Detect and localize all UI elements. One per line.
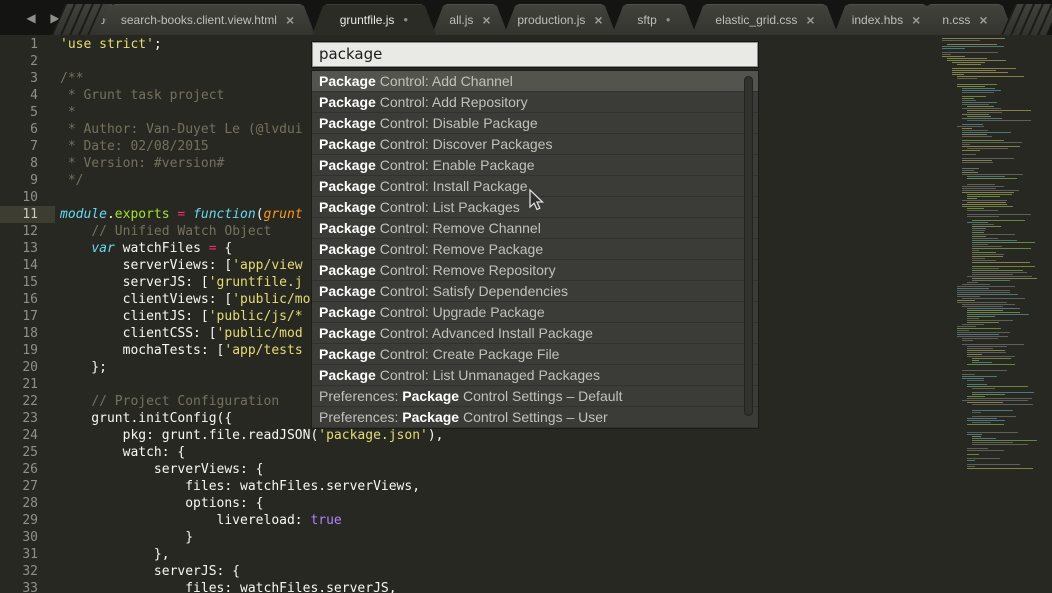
palette-item[interactable]: Package Control: Remove Repository [312, 260, 758, 281]
line-number: 17 [0, 308, 55, 325]
line-number: 3 [0, 70, 55, 87]
line-number: 25 [0, 444, 55, 461]
line-number: 19 [0, 342, 55, 359]
code-line[interactable]: 24 pkg: grunt.file.readJSON('package.jso… [0, 427, 940, 444]
palette-item[interactable]: Package Control: Upgrade Package [312, 302, 758, 323]
tab-close-icon[interactable]: × [594, 13, 602, 27]
tab-stack-left[interactable] [58, 4, 104, 35]
palette-item[interactable]: Package Control: Add Channel [312, 71, 758, 92]
line-number: 5 [0, 104, 55, 121]
tab-modified-dot-icon: ● [403, 16, 408, 24]
tab-close-icon[interactable]: × [979, 13, 987, 27]
line-number: 31 [0, 546, 55, 563]
line-number: 10 [0, 189, 55, 206]
palette-item[interactable]: Package Control: Disable Package [312, 113, 758, 134]
code-line[interactable]: 32 serverJS: { [0, 563, 940, 580]
line-number: 28 [0, 495, 55, 512]
tab-label: elastic_grid.css [715, 13, 797, 27]
code-line[interactable]: 29 livereload: true [0, 512, 940, 529]
palette-item[interactable]: Package Control: Enable Package [312, 155, 758, 176]
line-number: 2 [0, 53, 55, 70]
line-number: 23 [0, 410, 55, 427]
line-number: 11 [0, 206, 55, 223]
tab-label: n.css [942, 13, 970, 27]
line-number: 13 [0, 240, 55, 257]
line-number: 15 [0, 274, 55, 291]
tab-label: search-books.client.view.html [121, 13, 277, 27]
line-number: 32 [0, 563, 55, 580]
tab-label: sftp [637, 13, 656, 27]
palette-item[interactable]: Package Control: Remove Package [312, 239, 758, 260]
palette-item[interactable]: Preferences: Package Control Settings – … [312, 386, 758, 407]
code-line[interactable]: 28 options: { [0, 495, 940, 512]
tab-search-books.client.view.html[interactable]: search-books.client.view.html × [100, 4, 315, 35]
line-number: 12 [0, 223, 55, 240]
tab-label: production.js [517, 13, 585, 27]
palette-item[interactable]: Package Control: List Unmanaged Packages [312, 365, 758, 386]
tab-stack-right[interactable] [1008, 4, 1052, 35]
code-line[interactable]: 31 }, [0, 546, 940, 563]
code-line[interactable]: 27 files: watchFiles.serverViews, [0, 478, 940, 495]
tab-all.js[interactable]: all.js × [432, 4, 508, 35]
tab-gruntfile.js[interactable]: gruntfile.js ● [312, 4, 436, 35]
tab-label: index.hbs [852, 13, 903, 27]
line-number: 4 [0, 87, 55, 104]
minimap[interactable] [938, 38, 1052, 508]
line-number: 24 [0, 427, 55, 444]
tab-bar: ◀ ▶ bosearch-books.client.view.html×grun… [0, 0, 1052, 35]
line-number: 26 [0, 461, 55, 478]
tab-index.hbs[interactable]: index.hbs × [834, 4, 938, 35]
code-line[interactable]: 30 } [0, 529, 940, 546]
sublime-text-window: ◀ ▶ bosearch-books.client.view.html×grun… [0, 0, 1052, 593]
tab-close-icon[interactable]: × [286, 13, 294, 27]
palette-item[interactable]: Package Control: Advanced Install Packag… [312, 323, 758, 344]
line-number: 33 [0, 580, 55, 593]
line-number: 9 [0, 172, 55, 189]
tab-close-icon[interactable]: × [806, 13, 814, 27]
line-number: 27 [0, 478, 55, 495]
line-number: 29 [0, 512, 55, 529]
line-number: 30 [0, 529, 55, 546]
tab-elastic_grid.css[interactable]: elastic_grid.css × [692, 4, 838, 35]
code-line[interactable]: 25 watch: { [0, 444, 940, 461]
tab-close-icon[interactable]: × [912, 13, 920, 27]
mouse-cursor [524, 187, 546, 213]
palette-item[interactable]: Preferences: Package Control Settings – … [312, 407, 758, 428]
line-number: 8 [0, 155, 55, 172]
code-line[interactable]: 33 files: watchFiles.serverJS, [0, 580, 940, 593]
command-palette-input[interactable]: package [312, 42, 758, 67]
line-number: 21 [0, 376, 55, 393]
palette-item[interactable]: Package Control: Remove Channel [312, 218, 758, 239]
tab-close-icon[interactable]: × [482, 13, 490, 27]
tab-production.js[interactable]: production.js × [504, 4, 616, 35]
command-palette-results: Package Control: Add ChannelPackage Cont… [312, 71, 758, 428]
command-palette: package Package Control: Add ChannelPack… [312, 42, 758, 428]
tab-sftp[interactable]: sftp ● [612, 4, 696, 35]
tab-modified-dot-icon: ● [666, 16, 671, 24]
nav-back-button[interactable]: ◀ [22, 9, 40, 27]
palette-item[interactable]: Package Control: Add Repository [312, 92, 758, 113]
line-number: 22 [0, 393, 55, 410]
line-number: 16 [0, 291, 55, 308]
line-number: 14 [0, 257, 55, 274]
palette-item[interactable]: Package Control: Discover Packages [312, 134, 758, 155]
tab-label: all.js [449, 13, 473, 27]
line-number: 7 [0, 138, 55, 155]
code-line[interactable]: 26 serverViews: { [0, 461, 940, 478]
palette-query-text: package [319, 45, 382, 63]
line-number: 18 [0, 325, 55, 342]
line-number: 6 [0, 121, 55, 138]
palette-scrollbar[interactable] [744, 76, 753, 416]
tab-label: gruntfile.js [340, 13, 395, 27]
palette-item[interactable]: Package Control: Satisfy Dependencies [312, 281, 758, 302]
line-number: 20 [0, 359, 55, 376]
line-number: 1 [0, 36, 55, 53]
palette-item[interactable]: Package Control: Create Package File [312, 344, 758, 365]
